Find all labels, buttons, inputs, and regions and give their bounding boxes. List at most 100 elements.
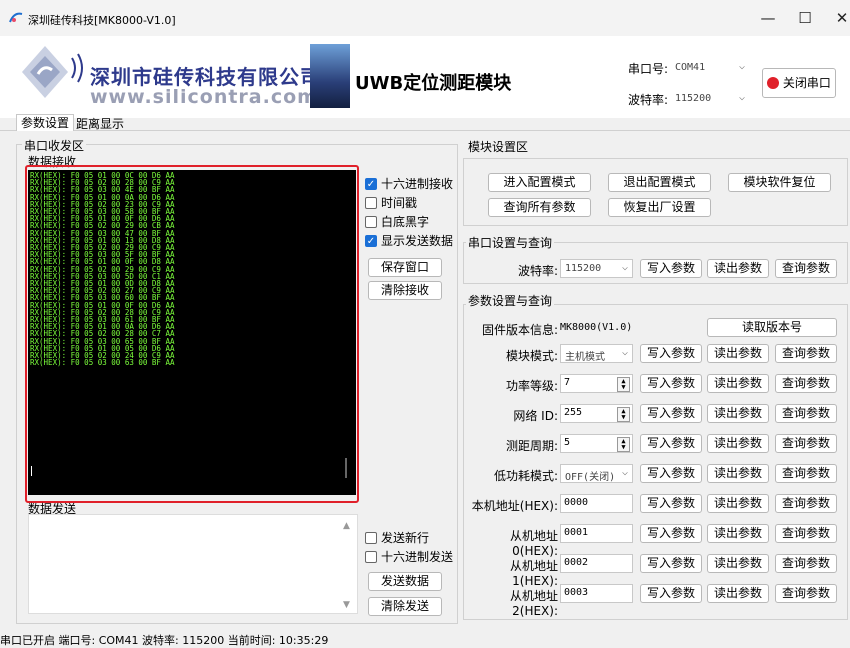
param-write-button[interactable]: 写入参数 <box>640 524 702 543</box>
param-query-button[interactable]: 查询参数 <box>775 464 837 483</box>
factory-reset-button[interactable]: 恢复出厂设置 <box>608 198 711 217</box>
close-port-button[interactable]: 关闭串口 <box>762 68 836 98</box>
clear-send-button[interactable]: 清除发送 <box>368 597 442 616</box>
serial-baud-label: 波特率: <box>517 264 558 278</box>
tab-params[interactable]: 参数设置 <box>16 114 75 131</box>
param-read-button[interactable]: 读出参数 <box>707 464 769 483</box>
param-write-button[interactable]: 写入参数 <box>640 404 702 423</box>
exit-config-button[interactable]: 退出配置模式 <box>608 173 711 192</box>
chevron-down-icon: ⌵ <box>738 92 745 103</box>
param-select[interactable]: OFF(关闭) ⌵ <box>560 464 633 483</box>
serial-query-button[interactable]: 查询参数 <box>775 259 837 278</box>
param-value: 0000 <box>564 497 589 508</box>
param-write-button[interactable]: 写入参数 <box>640 494 702 513</box>
param-value: 7 <box>564 377 571 388</box>
param-input[interactable]: 0003 <box>560 584 633 603</box>
param-select[interactable]: 主机模式 ⌵ <box>560 344 633 363</box>
param-query-button[interactable]: 查询参数 <box>775 374 837 393</box>
port-select[interactable]: COM41 ⌵ <box>670 58 750 78</box>
param-read-button[interactable]: 读出参数 <box>707 584 769 603</box>
enter-config-button[interactable]: 进入配置模式 <box>488 173 591 192</box>
param-read-button[interactable]: 读出参数 <box>707 344 769 363</box>
read-version-button[interactable]: 读取版本号 <box>707 318 837 337</box>
param-value: 5 <box>564 437 571 448</box>
param-query-button[interactable]: 查询参数 <box>775 524 837 543</box>
option-timestamp[interactable]: 时间戳 <box>365 193 453 212</box>
param-read-button[interactable]: 读出参数 <box>707 374 769 393</box>
checkbox-icon[interactable] <box>365 531 377 544</box>
checkbox-checked-icon[interactable]: ✓ <box>365 234 377 247</box>
param-stepper[interactable]: 255 ▲ ▼ <box>560 404 633 423</box>
param-write-button[interactable]: 写入参数 <box>640 584 702 603</box>
param-value: 0001 <box>564 527 589 538</box>
checkbox-checked-icon[interactable]: ✓ <box>365 177 377 190</box>
close-window-button[interactable]: ✕ <box>822 6 850 30</box>
soft-reset-button[interactable]: 模块软件复位 <box>728 173 831 192</box>
window-title: 深圳硅传科技[MK8000-V1.0] <box>28 14 176 27</box>
param-input[interactable]: 0001 <box>560 524 633 543</box>
product-title: UWB定位测距模块 <box>355 73 512 94</box>
port-label: 串口号: <box>628 62 669 76</box>
highlight-frame <box>25 165 359 503</box>
scroll-down-icon[interactable]: ▼ <box>343 600 350 610</box>
spinner-icon[interactable]: ▲ ▼ <box>617 437 630 452</box>
minimize-button[interactable]: — <box>748 6 788 30</box>
spinner-icon[interactable]: ▲ ▼ <box>617 407 630 422</box>
query-all-button[interactable]: 查询所有参数 <box>488 198 591 217</box>
module-group-title: 模块设置区 <box>466 138 531 155</box>
company-url: www.silicontra.com <box>90 86 318 108</box>
maximize-button[interactable]: ☐ <box>785 6 825 30</box>
param-write-button[interactable]: 写入参数 <box>640 344 702 363</box>
param-query-button[interactable]: 查询参数 <box>775 344 837 363</box>
param-query-button[interactable]: 查询参数 <box>775 494 837 513</box>
serial-baud-select[interactable]: 115200 ⌵ <box>560 259 633 278</box>
param-read-button[interactable]: 读出参数 <box>707 404 769 423</box>
checkbox-icon[interactable] <box>365 215 377 228</box>
tab-distance[interactable]: 距离显示 <box>72 116 128 133</box>
scroll-up-icon[interactable]: ▲ <box>343 521 350 531</box>
param-write-button[interactable]: 写入参数 <box>640 374 702 393</box>
chevron-down-icon: ⌵ <box>621 467 628 478</box>
param-label: 功率等级: <box>505 379 558 393</box>
option-show-sent[interactable]: ✓ 显示发送数据 <box>365 231 453 250</box>
param-read-button[interactable]: 读出参数 <box>707 434 769 453</box>
param-write-button[interactable]: 写入参数 <box>640 434 702 453</box>
option-hex-receive[interactable]: ✓ 十六进制接收 <box>365 174 453 193</box>
param-stepper[interactable]: 5 ▲ ▼ <box>560 434 633 453</box>
send-input[interactable] <box>28 514 358 614</box>
option-white-bg[interactable]: 白底黑字 <box>365 212 453 231</box>
param-value: 0003 <box>564 587 589 598</box>
spinner-icon[interactable]: ▲ ▼ <box>617 377 630 392</box>
param-query-button[interactable]: 查询参数 <box>775 434 837 453</box>
param-read-button[interactable]: 读出参数 <box>707 554 769 573</box>
serial-read-button[interactable]: 读出参数 <box>707 259 769 278</box>
param-input[interactable]: 0000 <box>560 494 633 513</box>
save-window-button[interactable]: 保存窗口 <box>368 258 442 277</box>
param-label: 低功耗模式: <box>493 469 558 483</box>
param-write-button[interactable]: 写入参数 <box>640 464 702 483</box>
param-query-button[interactable]: 查询参数 <box>775 584 837 603</box>
checkbox-icon[interactable] <box>365 550 377 563</box>
app-logo-icon <box>9 12 23 23</box>
param-stepper[interactable]: 7 ▲ ▼ <box>560 374 633 393</box>
param-value: 255 <box>564 407 583 418</box>
chevron-down-icon: ⌵ <box>621 262 628 273</box>
param-read-button[interactable]: 读出参数 <box>707 494 769 513</box>
param-query-button[interactable]: 查询参数 <box>775 404 837 423</box>
serial-write-button[interactable]: 写入参数 <box>640 259 702 278</box>
clear-receive-button[interactable]: 清除接收 <box>368 281 442 300</box>
firmware-label: 固件版本信息: <box>481 323 558 337</box>
send-data-button[interactable]: 发送数据 <box>368 572 442 591</box>
param-label: 网络 ID: <box>513 409 558 423</box>
param-read-button[interactable]: 读出参数 <box>707 524 769 543</box>
option-hex-send[interactable]: 十六进制发送 <box>365 547 453 566</box>
option-send-newline[interactable]: 发送新行 <box>365 528 453 547</box>
baud-select[interactable]: 115200 ⌵ <box>670 89 750 109</box>
checkbox-icon[interactable] <box>365 196 377 209</box>
param-query-button[interactable]: 查询参数 <box>775 554 837 573</box>
param-label: 从机地址1(HEX): <box>509 559 558 588</box>
status-bar: 串口已开启 端口号: COM41 波特率: 115200 当前时间: 10:35… <box>0 634 329 647</box>
param-input[interactable]: 0002 <box>560 554 633 573</box>
chevron-down-icon: ⌵ <box>621 347 628 358</box>
param-write-button[interactable]: 写入参数 <box>640 554 702 573</box>
